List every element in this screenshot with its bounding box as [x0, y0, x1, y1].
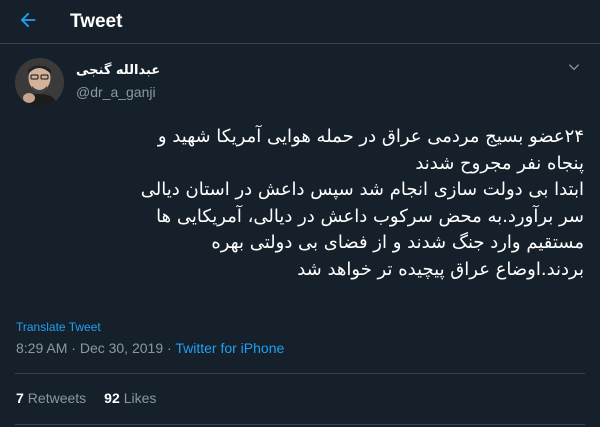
- tweet-line: بردند.اوضاع عراق پیچیده تر خواهد شد: [297, 258, 584, 280]
- likes-stat[interactable]: 92 Likes: [104, 390, 156, 406]
- likes-label: Likes: [123, 390, 157, 406]
- page-title: Tweet: [70, 11, 123, 32]
- back-button[interactable]: [14, 8, 42, 36]
- tweet-source-link[interactable]: Twitter for iPhone: [175, 340, 284, 356]
- divider: [15, 424, 585, 425]
- arrow-left-icon: [17, 9, 39, 35]
- author-name[interactable]: عبدالله گنجی: [76, 63, 160, 78]
- tweet-line: سر برآورد.به محض سرکوب داعش در دیالی، آم…: [156, 205, 584, 227]
- retweets-label: Retweets: [27, 390, 87, 406]
- translate-tweet-link[interactable]: Translate Tweet: [16, 320, 101, 334]
- tweet-time[interactable]: 8:29 AM: [16, 340, 67, 356]
- likes-count: 92: [104, 390, 120, 406]
- tweet-meta: 8:29 AM · Dec 30, 2019 · Twitter for iPh…: [16, 340, 284, 356]
- tweet-stats: 7 Retweets 92 Likes: [16, 390, 156, 406]
- tweet-line: مستقیم وارد جنگ شدند و از فضای بی دولتی …: [211, 232, 584, 253]
- tweet-line: پنجاه نفر مجروح شدند: [415, 152, 584, 174]
- meta-separator: ·: [71, 340, 76, 356]
- more-options-button[interactable]: [566, 60, 582, 76]
- avatar[interactable]: [15, 58, 64, 107]
- tweet-date[interactable]: Dec 30, 2019: [80, 340, 163, 356]
- top-bar: Tweet: [0, 0, 600, 44]
- retweets-stat[interactable]: 7 Retweets: [16, 390, 86, 406]
- chevron-down-icon: [567, 59, 581, 78]
- meta-separator: ·: [167, 340, 172, 356]
- tweet-text: ۲۴عضو بسیج مردمی عراق در حمله هوایی آمری…: [14, 124, 584, 283]
- retweets-count: 7: [16, 390, 24, 406]
- tweet-line: ابتدا بی دولت سازی انجام شد سپس داعش در …: [140, 179, 584, 200]
- tweet-line: ۲۴عضو بسیج مردمی عراق در حمله هوایی آمری…: [157, 126, 584, 147]
- author-handle[interactable]: @dr_a_ganji: [76, 84, 156, 100]
- divider: [15, 373, 585, 374]
